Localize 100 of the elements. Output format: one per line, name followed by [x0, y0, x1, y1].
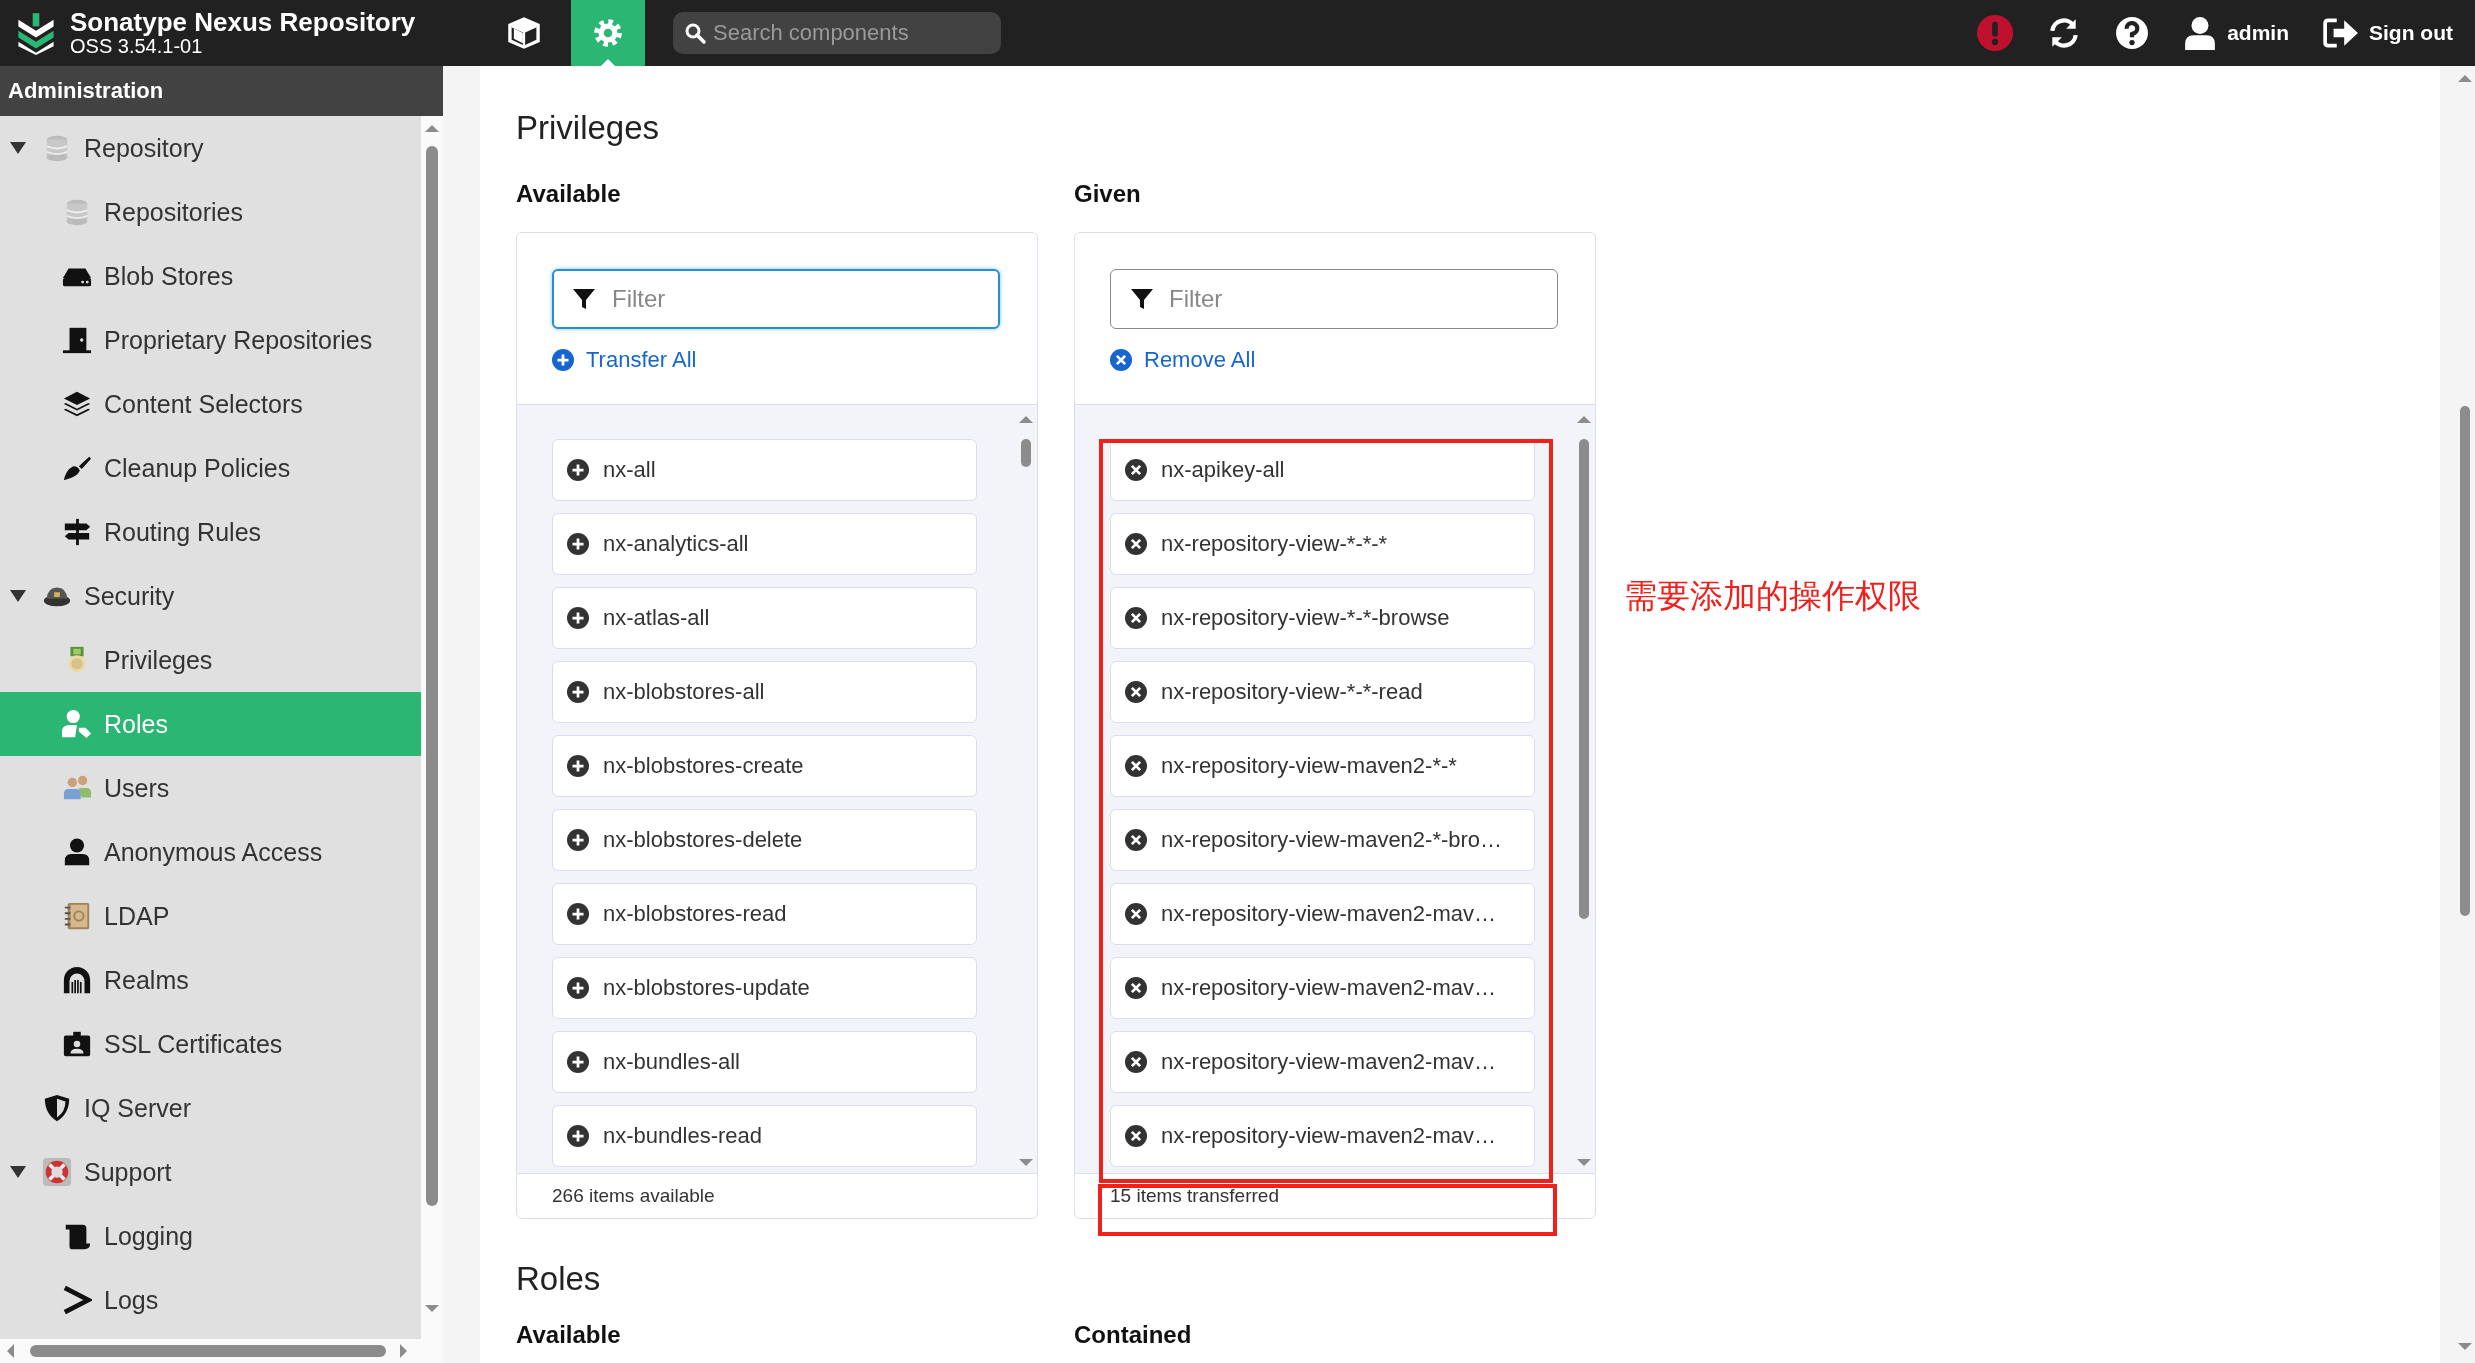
sidebar-item[interactable]: Repository	[0, 116, 421, 180]
sidebar-title: Administration	[0, 66, 443, 116]
filter-field[interactable]: Filter	[1110, 269, 1558, 329]
privilege-item[interactable]: nx-blobstores-read	[552, 883, 977, 945]
signpost-icon	[62, 517, 92, 547]
cube-icon[interactable]	[506, 15, 542, 51]
user-tag-icon	[62, 709, 92, 739]
sidebar-item[interactable]: Routing Rules	[0, 500, 421, 564]
app-title: Sonatype Nexus Repository	[70, 8, 416, 37]
settings-button[interactable]	[571, 0, 645, 66]
privilege-item[interactable]: nx-repository-view-maven2-*-*	[1110, 735, 1535, 797]
annotation-text: 需要添加的操作权限	[1624, 576, 1921, 616]
column-label: Available	[516, 1321, 622, 1349]
address-book-icon	[62, 901, 92, 931]
privilege-item[interactable]: nx-repository-view-*-*-read	[1110, 661, 1535, 723]
column-label: Available	[516, 179, 622, 209]
sign-out-button[interactable]: Sign out	[2323, 16, 2453, 50]
plus-circle-icon	[552, 349, 574, 371]
caret-down-icon[interactable]	[10, 590, 26, 602]
filter-field[interactable]: Filter	[552, 269, 1000, 329]
settings-icon	[591, 16, 625, 50]
item-count: 266 items available	[551, 1184, 716, 1208]
id-badge-icon	[62, 1029, 92, 1059]
transfer-all-link[interactable]: Transfer All	[552, 347, 697, 373]
layers-icon	[62, 389, 92, 419]
sidebar-item[interactable]: Logging	[0, 1204, 421, 1268]
filter-icon	[572, 287, 596, 311]
section-title: Roles	[516, 1259, 602, 1299]
privilege-item[interactable]: nx-blobstores-all	[552, 661, 977, 723]
privilege-item[interactable]: nx-blobstores-delete	[552, 809, 977, 871]
plus-circle-icon	[567, 1051, 589, 1073]
lifebuoy-icon	[42, 1157, 72, 1187]
door-icon	[62, 325, 92, 355]
close-circle-icon	[1125, 977, 1147, 999]
sidebar-item[interactable]: Cleanup Policies	[0, 436, 421, 500]
sidebar-item[interactable]: SSL Certificates	[0, 1012, 421, 1076]
privilege-item[interactable]: nx-blobstores-create	[552, 735, 977, 797]
close-circle-icon	[1125, 533, 1147, 555]
sidebar-item[interactable]: Anonymous Access	[0, 820, 421, 884]
sidebar-item[interactable]: Repositories	[0, 180, 421, 244]
search-field[interactable]: Search components	[673, 12, 1001, 54]
gate-icon	[62, 965, 92, 995]
close-circle-icon	[1125, 459, 1147, 481]
privilege-item[interactable]: nx-repository-view-*-*-*	[1110, 513, 1535, 575]
privilege-item[interactable]: nx-all	[552, 439, 977, 501]
sidebar-item[interactable]: LDAP	[0, 884, 421, 948]
close-circle-icon	[1125, 1125, 1147, 1147]
section-title: Privileges	[516, 108, 661, 148]
sidebar-item[interactable]: Content Selectors	[0, 372, 421, 436]
privilege-item[interactable]: nx-repository-view-maven2-mav…	[1110, 1105, 1535, 1167]
sidebar-item[interactable]: Security	[0, 564, 421, 628]
privilege-item[interactable]: nx-repository-view-maven2-mav…	[1110, 957, 1535, 1019]
close-circle-icon	[1110, 349, 1132, 371]
sidebar-item[interactable]: Blob Stores	[0, 244, 421, 308]
privilege-item[interactable]: nx-repository-view-*-*-browse	[1110, 587, 1535, 649]
privilege-item[interactable]: nx-repository-view-maven2-mav…	[1110, 883, 1535, 945]
remove-all-link[interactable]: Remove All	[1110, 347, 1256, 373]
privilege-item[interactable]: nx-analytics-all	[552, 513, 977, 575]
close-circle-icon	[1125, 903, 1147, 925]
plus-circle-icon	[567, 1125, 589, 1147]
close-circle-icon	[1125, 607, 1147, 629]
caret-down-icon[interactable]	[10, 142, 26, 154]
column-label: Contained	[1074, 1321, 1193, 1349]
close-circle-icon	[1125, 1051, 1147, 1073]
plus-circle-icon	[567, 681, 589, 703]
close-circle-icon	[1125, 681, 1147, 703]
sidebar-item[interactable]: IQ Server	[0, 1076, 421, 1140]
column-label: Given	[1074, 179, 1142, 209]
privilege-item[interactable]: nx-blobstores-update	[552, 957, 977, 1019]
plus-circle-icon	[567, 829, 589, 851]
shield-icon	[42, 1093, 72, 1123]
sidebar-item[interactable]: Proprietary Repositories	[0, 308, 421, 372]
sidebar-item[interactable]: Realms	[0, 948, 421, 1012]
plus-circle-icon	[567, 755, 589, 777]
filter-icon	[1130, 287, 1154, 311]
close-circle-icon	[1125, 755, 1147, 777]
plus-circle-icon	[567, 533, 589, 555]
help-icon[interactable]	[2115, 16, 2150, 50]
sidebar-item[interactable]: Privileges	[0, 628, 421, 692]
privilege-item[interactable]: nx-bundles-read	[552, 1105, 977, 1167]
privilege-item[interactable]: nx-repository-view-maven2-*-bro…	[1110, 809, 1535, 871]
caret-down-icon[interactable]	[10, 1166, 26, 1178]
chevron-icon	[62, 1285, 92, 1315]
close-circle-icon	[1125, 829, 1147, 851]
user-icon	[62, 837, 92, 867]
app-version: OSS 3.54.1-01	[70, 36, 204, 58]
plus-circle-icon	[567, 977, 589, 999]
privilege-item[interactable]: nx-bundles-all	[552, 1031, 977, 1093]
plus-circle-icon	[567, 607, 589, 629]
privilege-item[interactable]: nx-repository-view-maven2-mav…	[1110, 1031, 1535, 1093]
sidebar-item[interactable]: Users	[0, 756, 421, 820]
sign-out-icon	[2323, 16, 2359, 50]
user-menu[interactable]: admin	[2183, 16, 2289, 50]
item-count: 15 items transferred	[1109, 1184, 1280, 1208]
alert-icon[interactable]	[1977, 15, 2014, 51]
plus-circle-icon	[567, 459, 589, 481]
privilege-item[interactable]: nx-atlas-all	[552, 587, 977, 649]
plus-circle-icon	[567, 903, 589, 925]
sidebar-item[interactable]: Logs	[0, 1268, 421, 1332]
sidebar-item[interactable]: Support	[0, 1140, 421, 1204]
